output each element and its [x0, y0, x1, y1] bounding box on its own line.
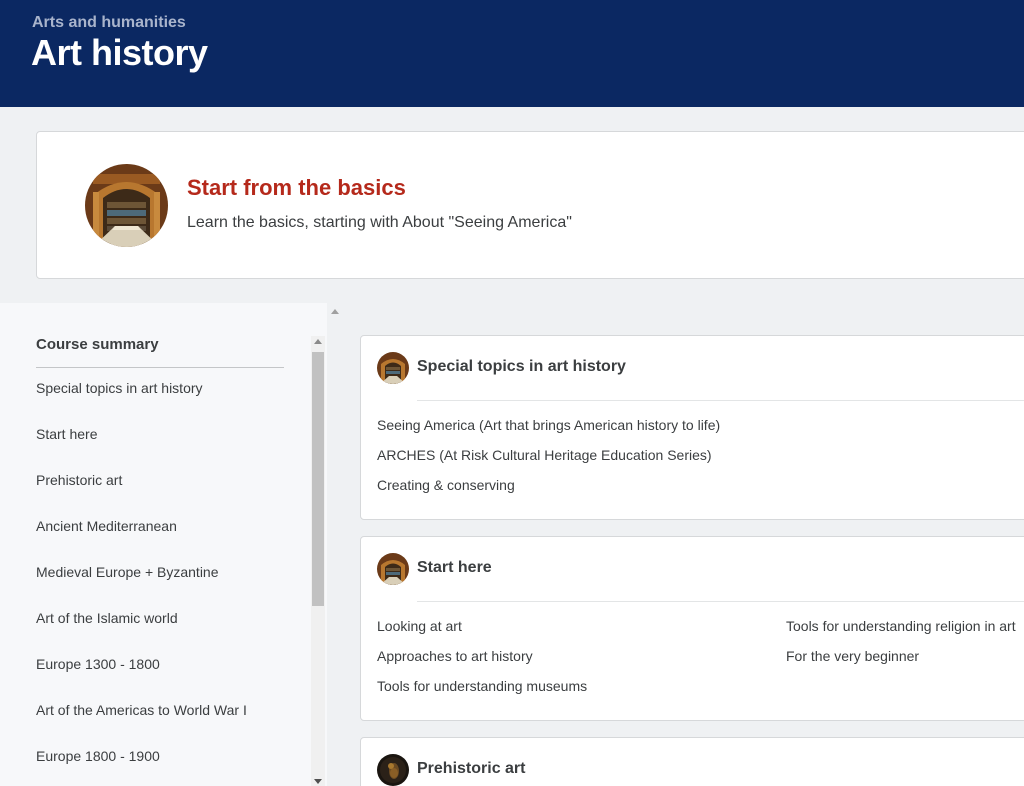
lesson-list: Tools for understanding religion in art …	[786, 617, 1016, 677]
sidebar-item[interactable]: Art of the Americas to World War I	[36, 701, 247, 747]
library-hall-icon	[85, 164, 168, 247]
unit-cards-area: Special topics in art history Seeing Ame…	[344, 303, 1024, 786]
unit-card-special-topics: Special topics in art history Seeing Ame…	[360, 335, 1024, 520]
unit-card-prehistoric: Prehistoric art	[360, 737, 1024, 786]
lesson-link[interactable]: Seeing America (Art that brings American…	[377, 416, 720, 446]
lesson-link[interactable]: Creating & conserving	[377, 476, 720, 506]
promo-heading[interactable]: Start from the basics	[187, 175, 406, 201]
sidebar-divider	[36, 367, 284, 368]
lesson-link[interactable]: For the very beginner	[786, 647, 1016, 677]
lesson-link[interactable]: Tools for understanding museums	[377, 677, 587, 707]
sidebar-item[interactable]: Special topics in art history	[36, 379, 247, 425]
unit-title[interactable]: Prehistoric art	[417, 760, 525, 778]
lesson-link[interactable]: ARCHES (At Risk Cultural Heritage Educat…	[377, 446, 720, 476]
sidebar-item[interactable]: Prehistoric art	[36, 471, 247, 517]
sidebar-item[interactable]: Start here	[36, 425, 247, 471]
sidebar-item[interactable]: Art of the Islamic world	[36, 609, 247, 655]
sidebar-item[interactable]: Ancient Mediterranean	[36, 517, 247, 563]
sidebar-scrollbar[interactable]	[311, 336, 325, 786]
scroll-up-arrow-icon[interactable]	[314, 339, 322, 344]
sidebar-list: Special topics in art history Start here…	[36, 379, 247, 786]
sidebar-item[interactable]: Europe 1800 - 1900	[36, 747, 247, 786]
unit-card-start-here: Start here Looking at art Approaches to …	[360, 536, 1024, 721]
library-hall-icon	[377, 553, 409, 585]
subject-header: Arts and humanities Art history	[0, 0, 1024, 107]
card-divider	[417, 601, 1024, 602]
course-summary-title: Course summary	[36, 336, 159, 353]
lesson-link[interactable]: Tools for understanding religion in art	[786, 617, 1016, 647]
content-scroll-up-arrow-icon[interactable]	[331, 309, 339, 314]
card-divider	[417, 400, 1024, 401]
lesson-list: Looking at art Approaches to art history…	[377, 617, 587, 707]
sidebar-scrollbar-thumb[interactable]	[312, 352, 324, 606]
domain-link[interactable]: Arts and humanities	[32, 14, 186, 32]
promo-subtitle: Learn the basics, starting with About "S…	[187, 214, 572, 231]
start-basics-card[interactable]: Start from the basics Learn the basics, …	[36, 131, 1024, 279]
library-hall-icon	[377, 352, 409, 384]
lesson-link[interactable]: Approaches to art history	[377, 647, 587, 677]
course-summary-sidebar: Course summary Special topics in art his…	[0, 303, 327, 786]
page-title: Art history	[31, 32, 208, 73]
unit-title[interactable]: Start here	[417, 559, 492, 577]
scroll-down-arrow-icon[interactable]	[314, 779, 322, 784]
lesson-link[interactable]: Looking at art	[377, 617, 587, 647]
sidebar-item[interactable]: Medieval Europe + Byzantine	[36, 563, 247, 609]
unit-title[interactable]: Special topics in art history	[417, 358, 626, 376]
lesson-list: Seeing America (Art that brings American…	[377, 416, 720, 506]
prehistoric-figure-icon	[377, 754, 409, 786]
sidebar-item[interactable]: Europe 1300 - 1800	[36, 655, 247, 701]
